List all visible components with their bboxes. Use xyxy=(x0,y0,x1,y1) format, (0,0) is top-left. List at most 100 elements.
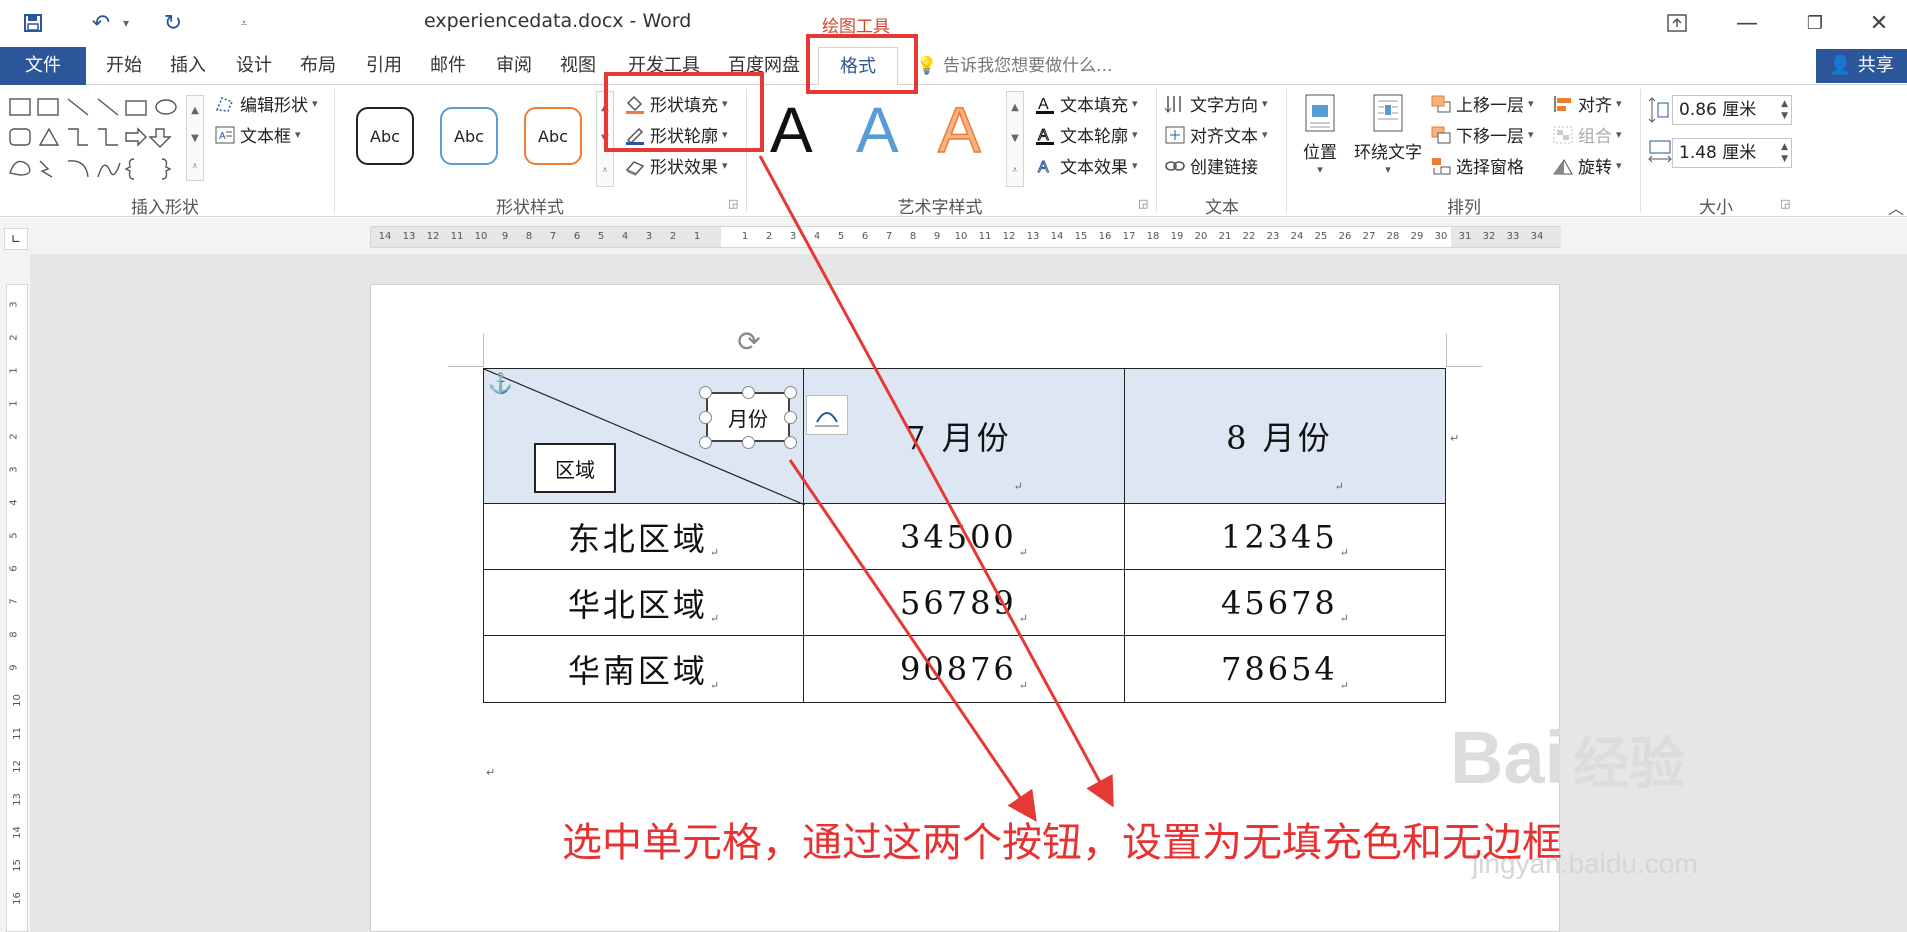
text-box-label: 文本框 xyxy=(240,127,291,147)
close-icon[interactable]: ✕ xyxy=(1856,6,1902,40)
wordart-style-orange[interactable]: A xyxy=(937,97,981,163)
ruler-margin-left xyxy=(371,227,721,247)
shapes-gallery[interactable] xyxy=(6,93,196,183)
ruler-tick: 1 xyxy=(8,367,20,374)
shape-effects-label: 形状效果 xyxy=(650,158,718,178)
save-icon[interactable] xyxy=(18,8,48,38)
cell-text: 34500 xyxy=(899,517,1017,556)
create-link-button[interactable]: 创建链接 xyxy=(1164,153,1258,178)
shape-style-blue[interactable]: Abc xyxy=(440,107,498,165)
table-row-2-august[interactable]: 45678 ↵ xyxy=(1124,569,1446,636)
height-spinner-icon[interactable]: ▲ ▼ xyxy=(1781,98,1788,122)
ruler-tick: 22 xyxy=(1242,231,1256,242)
text-box-button[interactable]: A 文本框 ▾ xyxy=(214,122,301,147)
table-row-2-july[interactable]: 56789 ↵ xyxy=(803,569,1125,636)
vertical-ruler[interactable]: 3 2 1 1 2 3 4 5 6 7 8 9 10 11 12 13 14 15 16 xyxy=(6,284,28,932)
text-effects-button[interactable]: A 文本效果 ▾ xyxy=(1034,153,1138,178)
shape-width-input[interactable]: 1.48 厘米 ▲ ▼ xyxy=(1672,138,1792,168)
tab-design[interactable]: 设计 xyxy=(226,47,282,85)
ribbon-display-icon[interactable] xyxy=(1654,6,1700,40)
size-launcher-icon[interactable]: ◲ xyxy=(1780,197,1790,210)
tab-review[interactable]: 审阅 xyxy=(486,47,542,85)
tell-me-search[interactable]: 💡 告诉我您想要做什么... xyxy=(916,47,1112,85)
text-direction-button[interactable]: 文字方向 ▾ xyxy=(1164,91,1268,116)
position-button[interactable]: 位置 ▾ xyxy=(1298,93,1342,183)
shape-width-value: 1.48 厘米 xyxy=(1679,143,1757,163)
redo-icon[interactable]: ↻ xyxy=(158,8,188,38)
group-button[interactable]: 组合 ▾ xyxy=(1552,122,1622,147)
table-row-2-region[interactable]: 华北区域 ↵ xyxy=(483,569,804,636)
shape-style-black[interactable]: Abc xyxy=(356,107,414,165)
tab-references[interactable]: 引用 xyxy=(356,47,412,85)
tab-file[interactable]: 文件 xyxy=(0,47,86,85)
ruler-tick: 6 xyxy=(573,231,581,242)
shape-style-orange[interactable]: Abc xyxy=(524,107,582,165)
tab-stop-selector-icon[interactable]: ∟ xyxy=(4,228,28,250)
table-row-1-region[interactable]: 东北区域 ↵ xyxy=(483,503,804,570)
tab-home[interactable]: 开始 xyxy=(96,47,152,85)
wordart-gallery-scroll[interactable]: ▲ ▼ ⩡ xyxy=(1006,91,1024,187)
resize-handle-top[interactable] xyxy=(742,386,755,399)
separator xyxy=(1640,89,1641,213)
align-text-button[interactable]: 对齐文本 ▾ xyxy=(1164,122,1268,147)
ruler-tick: 7 xyxy=(8,598,20,605)
shapes-gallery-scroll[interactable]: ▲ ▼ ⩡ xyxy=(186,95,204,181)
shape-height-input[interactable]: 0.86 厘米 ▲ ▼ xyxy=(1672,95,1792,125)
layout-options-icon[interactable] xyxy=(806,395,848,435)
shape-effects-button[interactable]: 形状效果 ▾ xyxy=(624,153,728,178)
tab-mailings[interactable]: 邮件 xyxy=(420,47,476,85)
send-backward-button[interactable]: 下移一层 ▾ xyxy=(1430,122,1534,147)
rotate-button[interactable]: 旋转 ▾ xyxy=(1552,153,1622,178)
resize-handle-right[interactable] xyxy=(784,411,797,424)
table-row-3-july[interactable]: 90876 ↵ xyxy=(803,635,1125,703)
selection-pane-button[interactable]: 选择窗格 xyxy=(1430,153,1524,178)
shape-styles-group-label: 形状样式 xyxy=(496,198,564,218)
tab-layout[interactable]: 布局 xyxy=(290,47,346,85)
wrap-text-button[interactable]: 环绕文字 ▾ xyxy=(1350,93,1426,183)
header-cell-july[interactable]: 7 月份 ↵ xyxy=(803,368,1125,504)
edit-shape-icon xyxy=(214,94,236,114)
wordart-style-black[interactable]: A xyxy=(770,98,813,162)
rotate-handle-icon[interactable]: ⟳ xyxy=(732,325,766,359)
header-cell-august[interactable]: 8 月份 ↵ xyxy=(1124,368,1446,504)
undo-dropdown-icon[interactable]: ▾ xyxy=(118,8,134,38)
resize-handle-top-right[interactable] xyxy=(784,386,797,399)
resize-handle-bottom[interactable] xyxy=(742,436,755,449)
ruler-tick: 14 xyxy=(11,826,23,839)
month-text-box-selected[interactable]: 月份 xyxy=(706,392,790,442)
edit-shape-button[interactable]: 编辑形状 ▾ xyxy=(214,91,318,116)
margin-guide xyxy=(1446,334,1447,366)
tab-insert[interactable]: 插入 xyxy=(160,47,216,85)
resize-handle-left[interactable] xyxy=(699,411,712,424)
customize-quick-access-icon[interactable]: ⩡ xyxy=(234,8,254,38)
text-effects-icon: A xyxy=(1034,156,1056,176)
text-fill-button[interactable]: A 文本填充 ▾ xyxy=(1034,91,1138,116)
ruler-tick: 5 xyxy=(8,532,20,539)
tab-view[interactable]: 视图 xyxy=(550,47,606,85)
resize-handle-top-left[interactable] xyxy=(699,386,712,399)
resize-handle-bottom-left[interactable] xyxy=(699,436,712,449)
table-row-3-august[interactable]: 78654 ↵ xyxy=(1124,635,1446,703)
data-table[interactable]: ⚓ 7 月份 ↵ 8 月份 ↵ 东北区域 ↵ 34500 ↵ 12345 ↵ 华北区域 ↵ … xyxy=(483,368,1446,703)
minimize-icon[interactable]: — xyxy=(1724,6,1770,40)
ruler-tick: 19 xyxy=(1170,231,1184,242)
wordart-style-blue[interactable]: A xyxy=(856,98,899,162)
resize-handle-bottom-right[interactable] xyxy=(784,436,797,449)
width-icon xyxy=(1648,139,1672,163)
collapse-ribbon-icon[interactable]: ︿ xyxy=(1888,195,1904,219)
text-outline-button[interactable]: A 文本轮廓 ▾ xyxy=(1034,122,1138,147)
wordart-launcher-icon[interactable]: ◲ xyxy=(1138,197,1148,210)
shape-styles-launcher-icon[interactable]: ◲ xyxy=(728,197,738,210)
undo-icon[interactable]: ↶ xyxy=(86,8,116,38)
table-row-1-july[interactable]: 34500 ↵ xyxy=(803,503,1125,570)
width-spinner-icon[interactable]: ▲ ▼ xyxy=(1781,141,1788,165)
table-row-1-august[interactable]: 12345 ↵ xyxy=(1124,503,1446,570)
table-row-3-region[interactable]: 华南区域 ↵ xyxy=(483,635,804,703)
align-objects-button[interactable]: 对齐 ▾ xyxy=(1552,91,1622,116)
region-text-box[interactable]: 区域 xyxy=(534,443,616,493)
horizontal-ruler[interactable]: 14 13 12 11 10 9 8 7 6 5 4 3 2 1 1 2 3 4 5 6 7 8 9 10 11 12 13 14 15… xyxy=(370,226,1561,248)
ruler-tick: 9 xyxy=(8,664,20,671)
bring-forward-button[interactable]: 上移一层 ▾ xyxy=(1430,91,1534,116)
restore-icon[interactable]: ❐ xyxy=(1792,6,1838,40)
share-button[interactable]: 👤 共享 xyxy=(1816,49,1907,83)
